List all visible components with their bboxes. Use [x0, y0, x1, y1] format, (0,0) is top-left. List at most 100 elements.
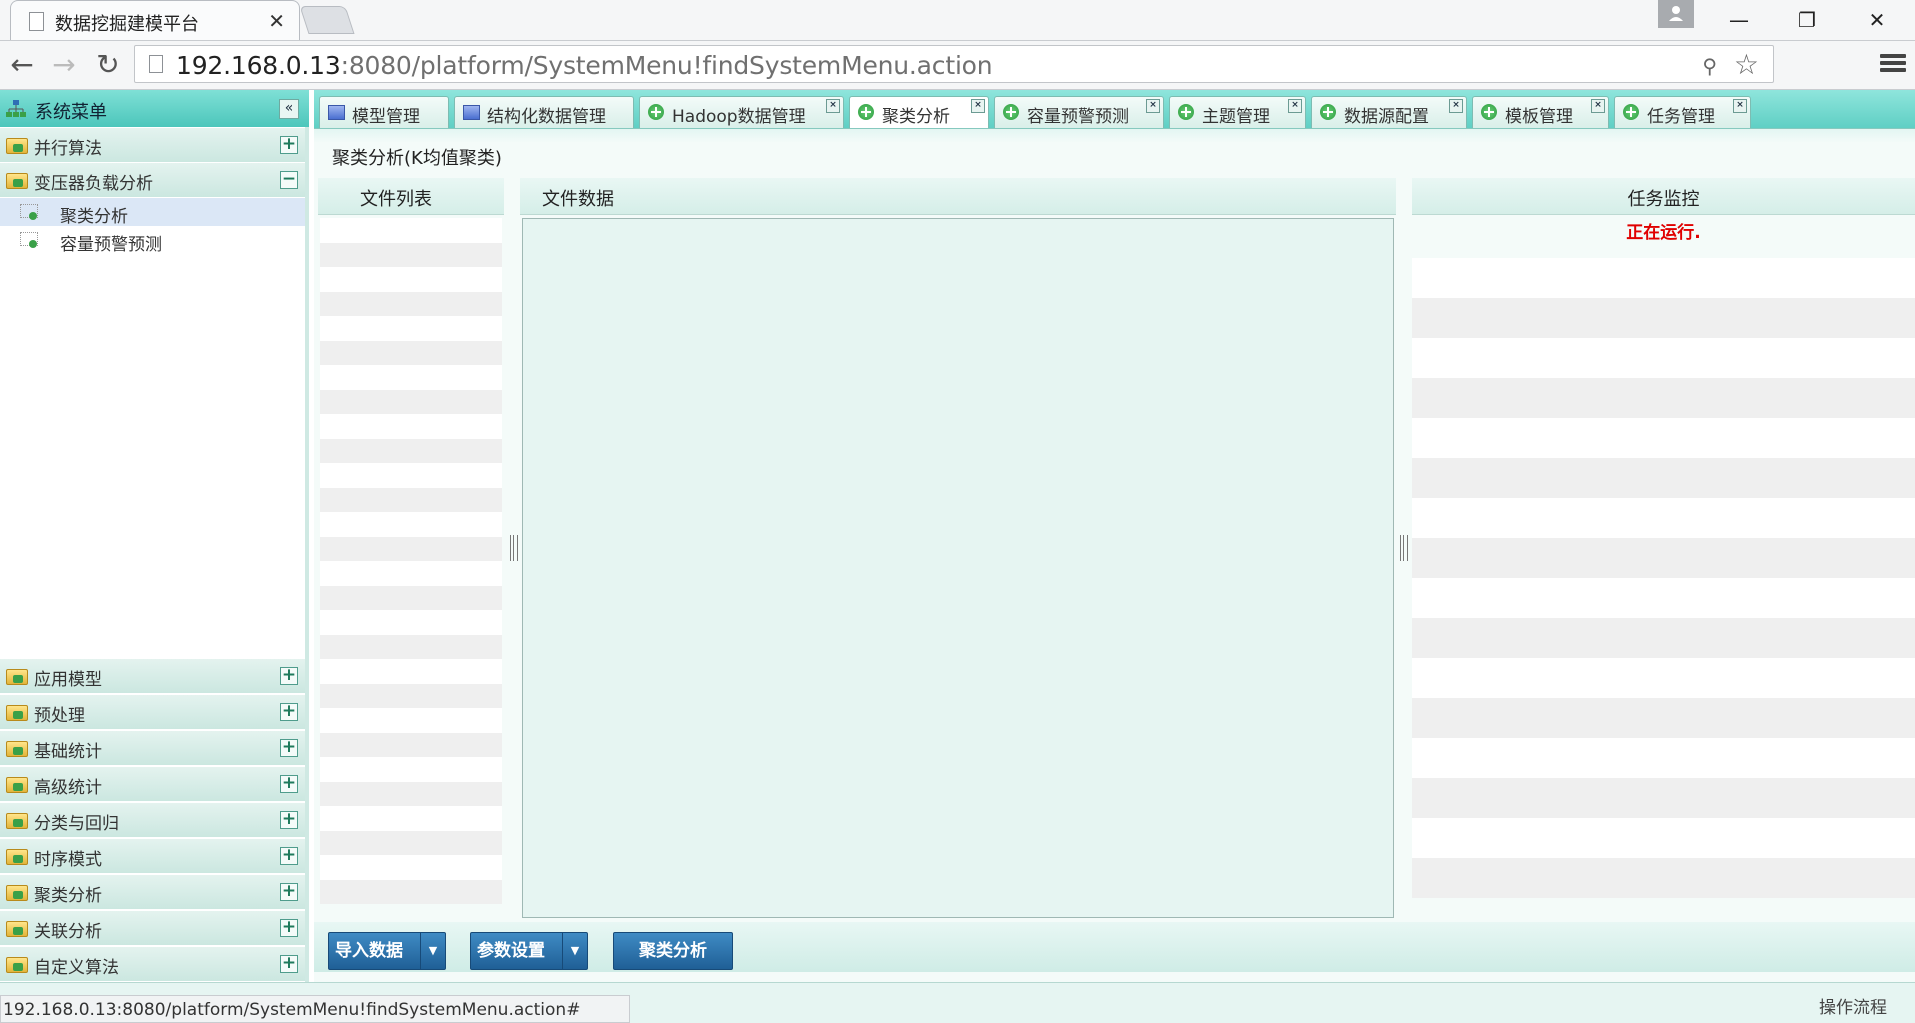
expand-icon[interactable]: + — [280, 136, 298, 154]
reload-button[interactable]: ↻ — [92, 49, 124, 81]
list-item[interactable] — [320, 389, 502, 414]
forward-button[interactable]: → — [48, 49, 80, 81]
list-item[interactable] — [1412, 418, 1915, 458]
list-item[interactable] — [320, 610, 502, 635]
expand-icon[interactable]: + — [280, 703, 298, 721]
tab-structured-data[interactable]: 结构化数据管理 — [454, 96, 634, 128]
list-item[interactable] — [1412, 738, 1915, 778]
list-item[interactable] — [320, 536, 502, 561]
list-item[interactable] — [320, 781, 502, 806]
list-item[interactable] — [320, 830, 502, 855]
list-item[interactable] — [1412, 538, 1915, 578]
tab-close-button[interactable]: × — [1288, 99, 1302, 113]
browser-tab[interactable]: 数据挖掘建模平台 ✕ — [10, 0, 300, 40]
tab-close-button[interactable]: × — [1591, 99, 1605, 113]
accordion-custom-algorithms[interactable]: 自定义算法 + — [0, 947, 305, 982]
expand-icon[interactable]: + — [280, 847, 298, 865]
list-item[interactable] — [320, 683, 502, 708]
tab-close-button[interactable]: × — [1146, 99, 1160, 113]
parameter-settings-button[interactable]: 参数设置 ▼ — [470, 932, 588, 970]
tab-hadoop-data[interactable]: Hadoop数据管理 × — [639, 96, 844, 128]
minimize-button[interactable]: — — [1707, 0, 1771, 40]
list-item[interactable] — [320, 855, 502, 880]
address-bar[interactable]: 192.168.0.13:8080/platform/SystemMenu!fi… — [134, 45, 1774, 83]
workflow-link[interactable]: 操作流程 — [1819, 993, 1887, 1018]
list-item[interactable] — [320, 879, 502, 904]
list-item[interactable] — [320, 806, 502, 831]
bookmark-star-icon[interactable]: ☆ — [1734, 48, 1759, 81]
accordion-parallel-algorithms[interactable]: 并行算法 + — [0, 128, 305, 163]
list-item[interactable] — [320, 438, 502, 463]
list-item[interactable] — [320, 585, 502, 610]
tab-close-button[interactable]: × — [1733, 99, 1747, 113]
expand-icon[interactable]: + — [280, 811, 298, 829]
list-item[interactable] — [320, 487, 502, 512]
tab-model-management[interactable]: 模型管理 — [319, 96, 449, 128]
collapse-sidebar-button[interactable]: « — [279, 99, 299, 119]
profile-button[interactable] — [1658, 0, 1694, 28]
accordion-time-series[interactable]: 时序模式 + — [0, 839, 305, 874]
expand-icon[interactable]: + — [280, 739, 298, 757]
tab-datasource-config[interactable]: 数据源配置 × — [1311, 96, 1467, 128]
collapse-icon[interactable]: − — [280, 171, 298, 189]
list-item[interactable] — [1412, 458, 1915, 498]
tab-close-button[interactable]: × — [1449, 99, 1463, 113]
expand-icon[interactable]: + — [280, 919, 298, 937]
close-window-button[interactable]: ✕ — [1845, 0, 1909, 40]
list-item[interactable] — [320, 708, 502, 733]
list-item[interactable] — [320, 267, 502, 292]
expand-icon[interactable]: + — [280, 883, 298, 901]
list-item[interactable] — [320, 316, 502, 341]
list-item[interactable] — [1412, 338, 1915, 378]
import-data-button[interactable]: 导入数据 ▼ — [328, 932, 446, 970]
chevron-down-icon[interactable]: ▼ — [420, 933, 445, 969]
expand-icon[interactable]: + — [280, 955, 298, 973]
browser-menu-button[interactable] — [1880, 51, 1906, 77]
list-item[interactable] — [1412, 578, 1915, 618]
expand-icon[interactable]: + — [280, 667, 298, 685]
accordion-association-analysis[interactable]: 关联分析 + — [0, 911, 305, 946]
list-item[interactable] — [1412, 858, 1915, 898]
accordion-classification-regression[interactable]: 分类与回归 + — [0, 803, 305, 838]
list-item[interactable] — [1412, 618, 1915, 658]
accordion-application-models[interactable]: 应用模型 + — [0, 659, 305, 694]
list-item[interactable] — [320, 659, 502, 684]
accordion-preprocessing[interactable]: 预处理 + — [0, 695, 305, 730]
accordion-transformer-load[interactable]: 变压器负载分析 − — [0, 163, 305, 198]
close-tab-button[interactable]: ✕ — [268, 9, 285, 33]
list-item[interactable] — [1412, 298, 1915, 338]
list-item[interactable] — [1412, 818, 1915, 858]
list-item[interactable] — [320, 512, 502, 537]
tab-topic-management[interactable]: 主题管理 × — [1169, 96, 1306, 128]
list-item[interactable] — [320, 757, 502, 782]
list-item[interactable] — [1412, 258, 1915, 298]
list-item[interactable] — [320, 242, 502, 267]
list-item[interactable] — [320, 414, 502, 439]
tab-close-button[interactable]: × — [826, 99, 840, 113]
accordion-cluster-analysis[interactable]: 聚类分析 + — [0, 875, 305, 910]
file-list[interactable] — [320, 218, 502, 913]
accordion-advanced-statistics[interactable]: 高级统计 + — [0, 767, 305, 802]
tab-capacity-forecast[interactable]: 容量预警预测 × — [994, 96, 1164, 128]
chevron-down-icon[interactable]: ▼ — [562, 933, 587, 969]
tab-template-management[interactable]: 模板管理 × — [1472, 96, 1609, 128]
tab-close-button[interactable]: × — [971, 99, 985, 113]
list-item[interactable] — [1412, 778, 1915, 818]
list-item[interactable] — [1412, 378, 1915, 418]
list-item[interactable] — [320, 732, 502, 757]
list-item[interactable] — [320, 340, 502, 365]
list-item[interactable] — [1412, 658, 1915, 698]
expand-icon[interactable]: + — [280, 775, 298, 793]
run-cluster-analysis-button[interactable]: 聚类分析 — [613, 932, 733, 970]
splitter-handle-left[interactable] — [510, 535, 518, 561]
list-item[interactable] — [320, 561, 502, 586]
tree-item-capacity-forecast[interactable]: 容量预警预测 — [0, 226, 305, 255]
list-item[interactable] — [320, 634, 502, 659]
splitter-handle-right[interactable] — [1400, 535, 1408, 561]
new-tab-button[interactable] — [299, 6, 355, 34]
list-item[interactable] — [1412, 498, 1915, 538]
accordion-basic-statistics[interactable]: 基础统计 + — [0, 731, 305, 766]
tab-cluster-analysis[interactable]: 聚类分析 × — [849, 96, 989, 128]
list-item[interactable] — [1412, 698, 1915, 738]
list-item[interactable] — [320, 365, 502, 390]
